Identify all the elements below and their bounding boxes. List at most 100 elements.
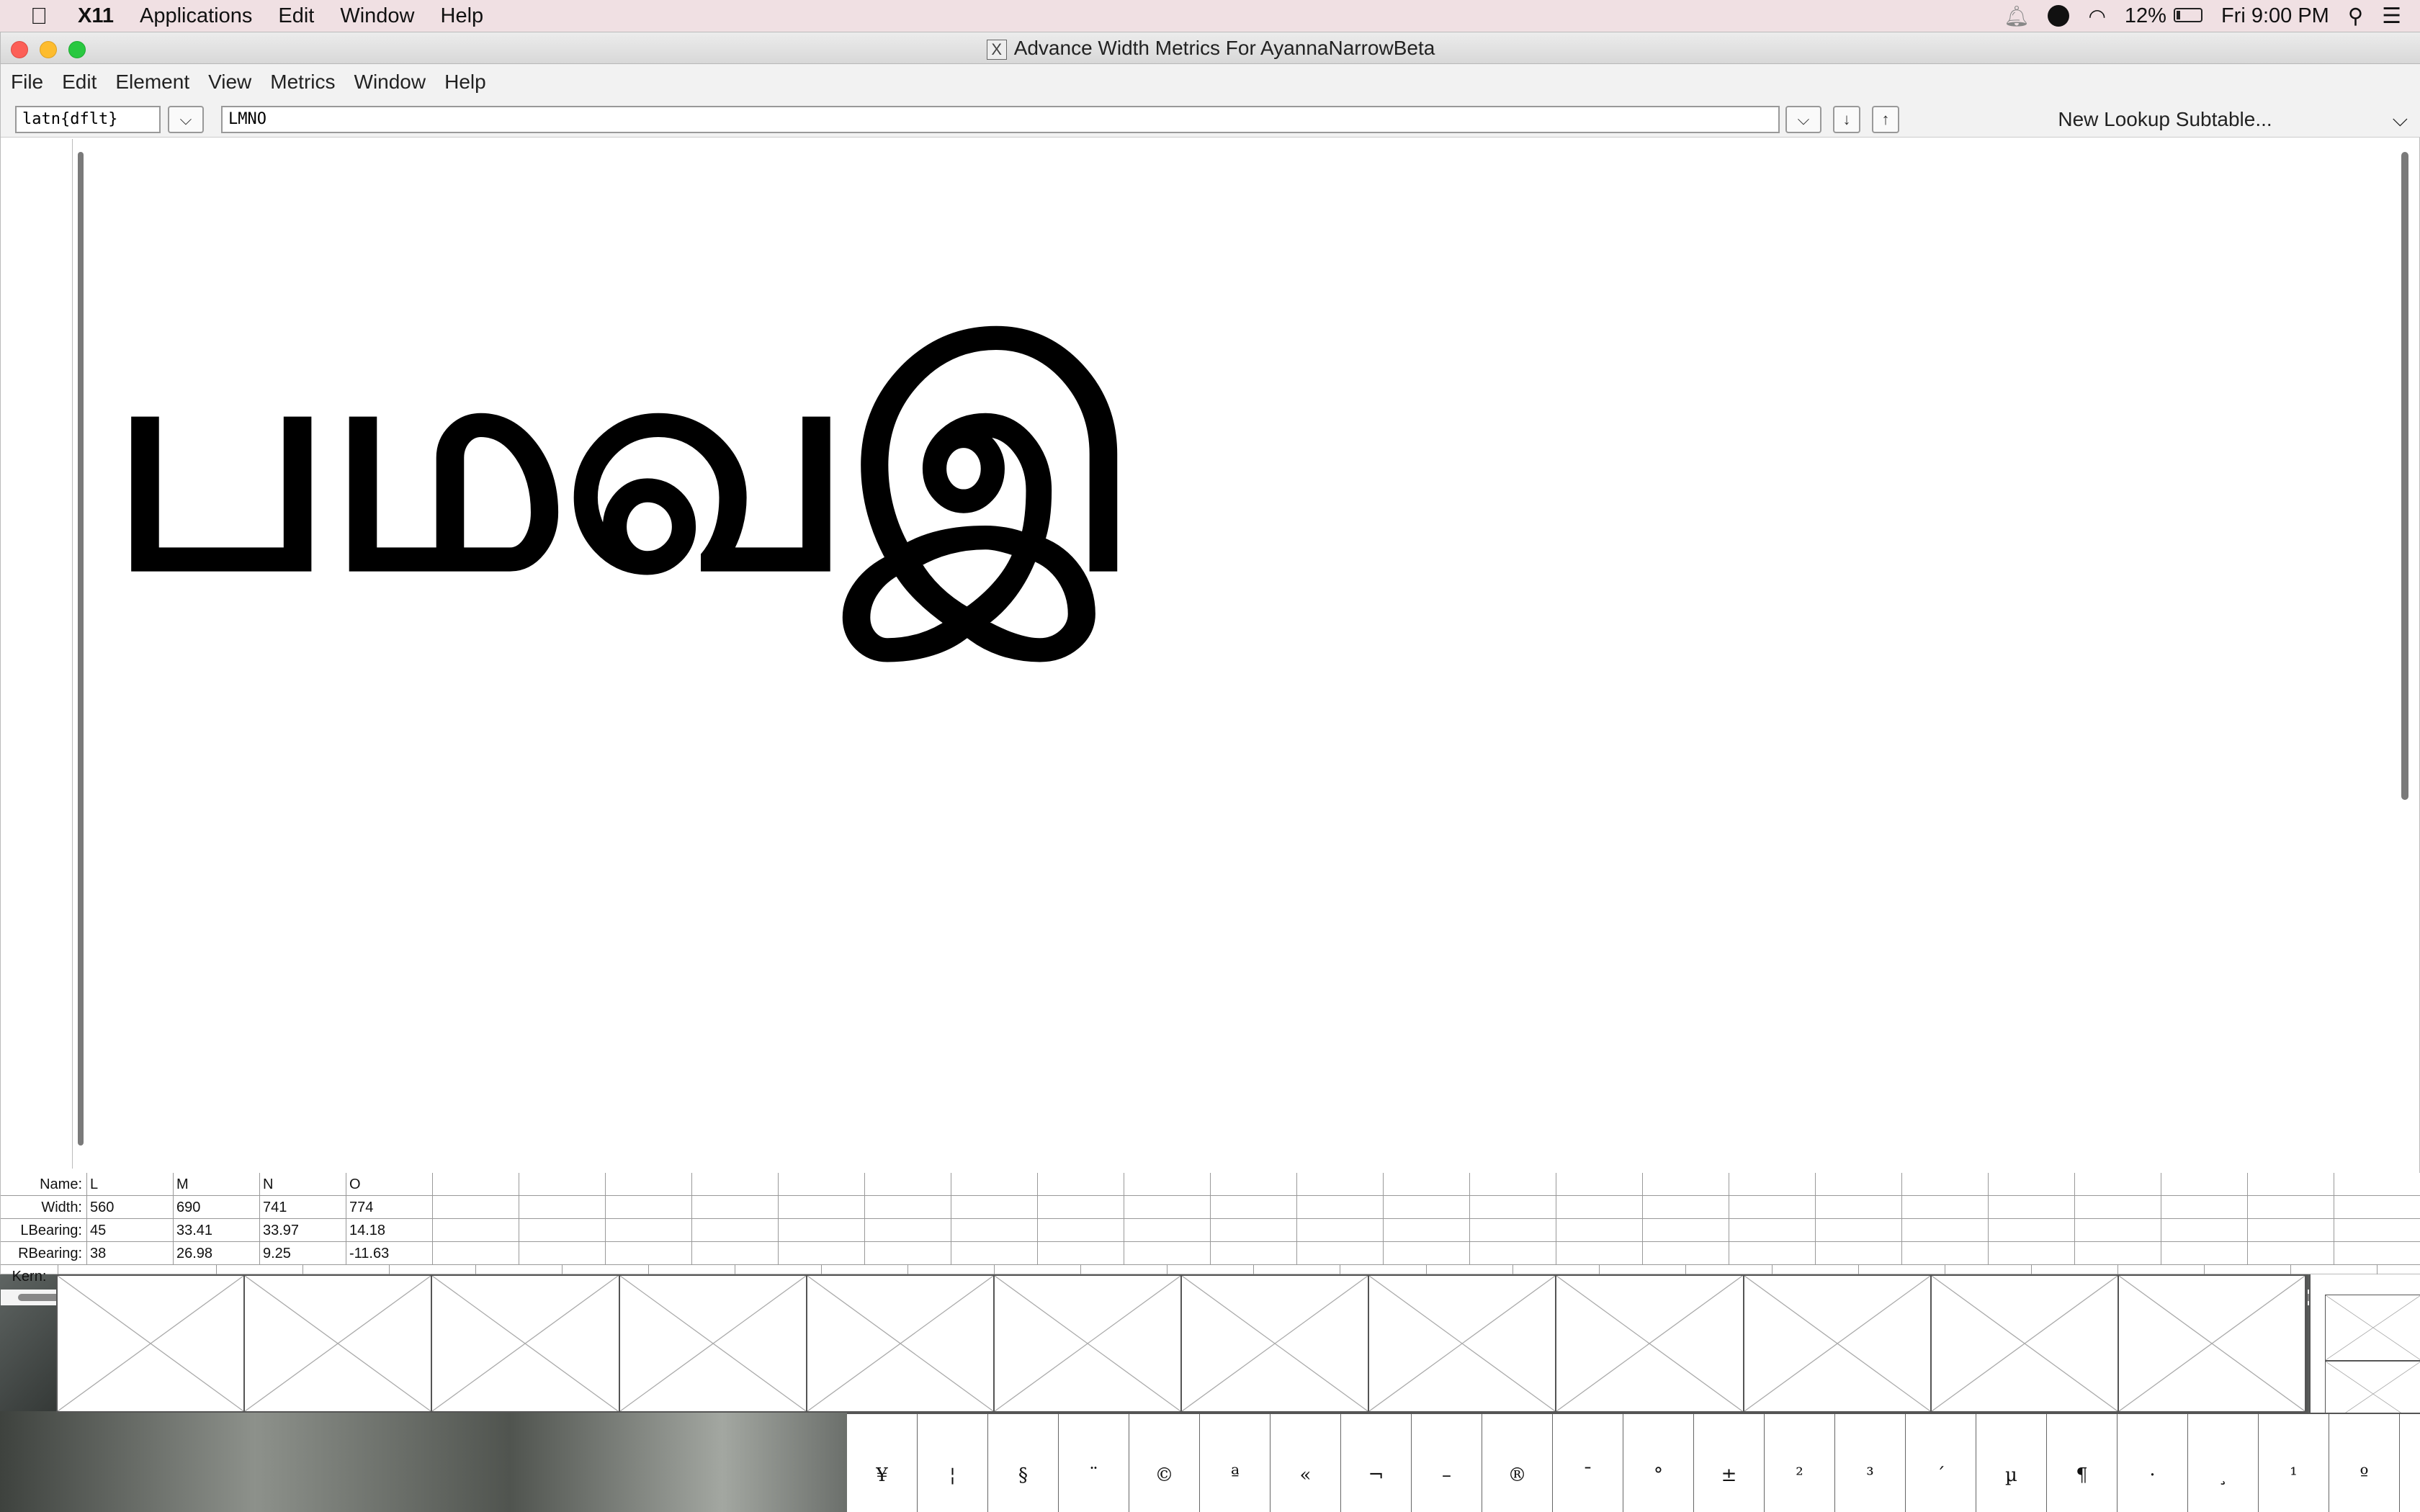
encoding-glyph-label: °: [1654, 1464, 1663, 1486]
right-scrollbar[interactable]: [2399, 140, 2411, 1169]
menubar-applications[interactable]: Applications: [140, 4, 252, 28]
menu-file[interactable]: File: [11, 71, 43, 94]
encoding-glyph-cell[interactable]: §: [988, 1414, 1059, 1512]
metrics-empty-cell: [2161, 1219, 2248, 1242]
empty-glyph-cell[interactable]: [807, 1276, 995, 1411]
window-titlebar[interactable]: X Advance Width Metrics For AyannaNarrowB…: [1, 32, 2420, 64]
text-dropdown-button[interactable]: ⌵: [1785, 106, 1821, 133]
encoding-glyph-cell[interactable]: ³: [1835, 1414, 1906, 1512]
name-cell-m[interactable]: M: [174, 1173, 260, 1196]
empty-glyph-cell[interactable]: [1931, 1276, 2119, 1411]
menu-element[interactable]: Element: [115, 71, 189, 94]
empty-glyph-cell[interactable]: [994, 1276, 1183, 1411]
empty-glyph-cell[interactable]: [1369, 1276, 1557, 1411]
encoding-glyph-cell[interactable]: ©: [1129, 1414, 1200, 1512]
encoding-glyph-cell[interactable]: ®: [1482, 1414, 1553, 1512]
width-cell-n[interactable]: 741: [260, 1196, 346, 1219]
encoding-glyph-cell[interactable]: ¹: [2259, 1414, 2329, 1512]
script-lang-field[interactable]: latn{dflt}: [15, 106, 161, 133]
width-cell-o[interactable]: 774: [346, 1196, 433, 1219]
encoding-glyph-cell[interactable]: º: [2329, 1414, 2400, 1512]
metrics-empty-cell: [1902, 1173, 1989, 1196]
encoding-glyph-cell[interactable]: «: [1270, 1414, 1341, 1512]
minimize-window-button[interactable]: [40, 41, 57, 58]
lookup-subtable-dropdown[interactable]: New Lookup Subtable... ⌵: [1917, 106, 2414, 133]
rbearing-cell-m[interactable]: 26.98: [174, 1242, 260, 1265]
status-app-icon[interactable]: [2048, 5, 2070, 27]
menu-view[interactable]: View: [208, 71, 251, 94]
lbearing-cell-n[interactable]: 33.97: [260, 1219, 346, 1242]
spotlight-search-icon[interactable]: ⚲: [2348, 4, 2363, 29]
previous-button[interactable]: ↓: [1833, 106, 1860, 133]
lbearing-cell-o[interactable]: 14.18: [346, 1219, 433, 1242]
left-scrollbar[interactable]: [76, 140, 86, 1169]
menu-window[interactable]: Window: [354, 71, 426, 94]
wifi-icon[interactable]: ◠: [2088, 4, 2105, 28]
close-window-button[interactable]: [11, 41, 28, 58]
glyph-canvas[interactable]: பமவஇ: [87, 139, 2398, 1169]
width-cell-l[interactable]: 560: [87, 1196, 174, 1219]
empty-glyph-cell[interactable]: [58, 1276, 246, 1411]
empty-glyph-cell[interactable]: [1182, 1276, 1370, 1411]
clock[interactable]: Fri 9:00 PM: [2221, 4, 2329, 28]
empty-glyph-cell[interactable]: [1744, 1276, 1932, 1411]
metrics-empty-cell: [865, 1196, 951, 1219]
lbearing-cell-l[interactable]: 45: [87, 1219, 174, 1242]
left-scrollbar-thumb[interactable]: [78, 152, 84, 1146]
battery-icon[interactable]: [2173, 4, 2202, 28]
rbearing-cell-n[interactable]: 9.25: [260, 1242, 346, 1265]
menu-help[interactable]: Help: [444, 71, 486, 94]
encoding-glyph-cell[interactable]: ¥: [847, 1414, 918, 1512]
menubar-help[interactable]: Help: [441, 4, 484, 28]
encoding-glyph-cell[interactable]: ¯: [1553, 1414, 1623, 1512]
encoding-glyph-cell[interactable]: ¨: [1059, 1414, 1129, 1512]
empty-glyph-cell[interactable]: [432, 1276, 620, 1411]
text-input[interactable]: LMNO: [221, 106, 1780, 133]
width-cell-m[interactable]: 690: [174, 1196, 260, 1219]
menu-edit[interactable]: Edit: [62, 71, 97, 94]
name-cell-o[interactable]: O: [346, 1173, 433, 1196]
encoding-glyph-cell[interactable]: ±: [1694, 1414, 1765, 1512]
notification-center-icon[interactable]: ☰: [2382, 4, 2401, 29]
right-scrollbar-thumb[interactable]: [2401, 152, 2408, 800]
menubar-window[interactable]: Window: [340, 4, 414, 28]
encoding-glyph-cell[interactable]: °: [1623, 1414, 1694, 1512]
menu-metrics[interactable]: Metrics: [270, 71, 335, 94]
window-title: Advance Width Metrics For AyannaNarrowBe…: [1013, 37, 1435, 59]
encoding-glyph-cell[interactable]: ¶: [2047, 1414, 2118, 1512]
apple-icon[interactable]: : [27, 3, 50, 30]
menubar-app-name[interactable]: X11: [78, 4, 114, 28]
encoding-glyph-cell[interactable]: ²: [1765, 1414, 1835, 1512]
rbearing-cell-o[interactable]: -11.63: [346, 1242, 433, 1265]
metrics-empty-cell: [1038, 1196, 1124, 1219]
name-cell-n[interactable]: N: [260, 1173, 346, 1196]
metrics-empty-cell: [2161, 1173, 2248, 1196]
empty-glyph-cell[interactable]: [1556, 1276, 1744, 1411]
encoding-glyph-cell[interactable]: ª: [1200, 1414, 1270, 1512]
lbearing-cell-m[interactable]: 33.41: [174, 1219, 260, 1242]
encoding-glyph-cell[interactable]: ·: [2118, 1414, 2188, 1512]
metrics-empty-cell: [1038, 1242, 1124, 1265]
empty-glyph-cell[interactable]: [2325, 1295, 2420, 1361]
notification-bell-icon[interactable]: 🔔︎: [2004, 4, 2030, 28]
encoding-glyph-cell[interactable]: µ: [1976, 1414, 2047, 1512]
glyph-preview-text[interactable]: பமவஇ: [109, 312, 1139, 614]
encoding-glyph-cell[interactable]: ¸: [2188, 1414, 2259, 1512]
name-cell-l[interactable]: L: [87, 1173, 174, 1196]
zoom-window-button[interactable]: [68, 41, 86, 58]
metrics-empty-cell: [779, 1242, 865, 1265]
encoding-glyph-cell[interactable]: ¦: [918, 1414, 988, 1512]
metrics-empty-cell: [1297, 1242, 1384, 1265]
empty-glyph-cell[interactable]: [2118, 1276, 2307, 1411]
empty-glyph-cell[interactable]: [619, 1276, 807, 1411]
next-button[interactable]: ↑: [1872, 106, 1899, 133]
encoding-glyph-cell[interactable]: ´: [1906, 1414, 1976, 1512]
menubar-edit[interactable]: Edit: [278, 4, 314, 28]
encoding-glyph-cell[interactable]: ¬: [1341, 1414, 1412, 1512]
script-dropdown-button[interactable]: ⌵: [168, 106, 204, 133]
encoding-glyph-cell[interactable]: –: [1412, 1414, 1482, 1512]
rbearing-cell-l[interactable]: 38: [87, 1242, 174, 1265]
metrics-empty-cell: [951, 1173, 1038, 1196]
encoding-glyph-label: ´: [1936, 1464, 1945, 1486]
empty-glyph-cell[interactable]: [245, 1276, 433, 1411]
